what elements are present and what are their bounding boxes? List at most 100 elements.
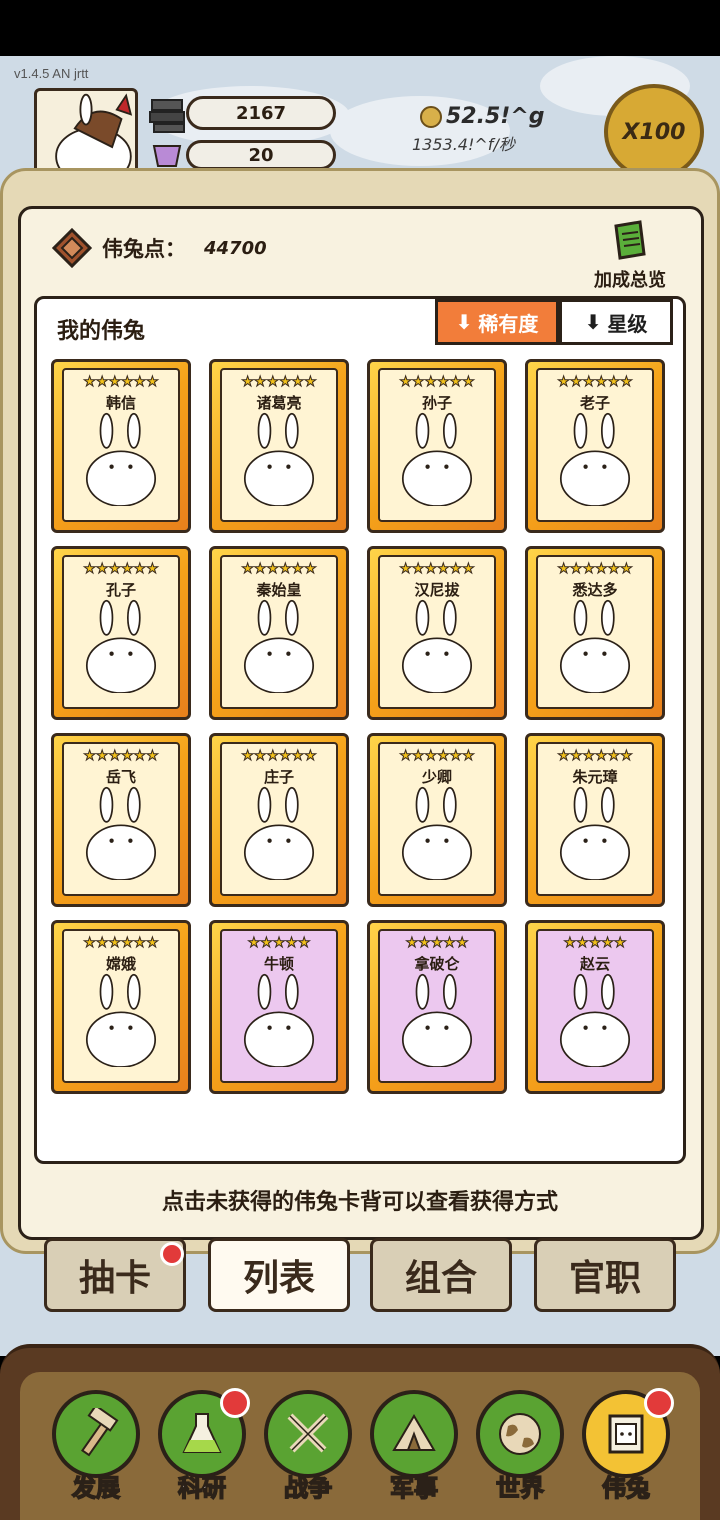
multiplier-label: X100 bbox=[622, 119, 686, 145]
document-icon bbox=[614, 220, 646, 260]
coin-value: 52.5!^g bbox=[446, 104, 545, 129]
card-stars: ★★★★★★ bbox=[557, 374, 633, 391]
iron-ingot-icon bbox=[148, 96, 190, 138]
card-face: ★★★★★★ 悉达多 bbox=[536, 555, 654, 709]
nav-develop[interactable]: 发展 bbox=[50, 1390, 142, 1510]
points-label: 伟兔点： bbox=[102, 237, 186, 261]
card-name: 岳飞 bbox=[105, 768, 136, 786]
card-face: ★★★★★★ 嫦娥 bbox=[62, 929, 180, 1083]
notification-badge bbox=[220, 1388, 250, 1418]
rabbit-card[interactable]: ★★★★★★ 庄子 bbox=[209, 733, 349, 907]
card-stars: ★★★★★ bbox=[247, 935, 311, 952]
card-name: 拿破仑 bbox=[414, 955, 460, 973]
rabbit-card[interactable]: ★★★★★★ 岳飞 bbox=[51, 733, 191, 907]
version-label: v1.4.5 AN jrtt bbox=[14, 66, 89, 81]
card-face: ★★★★★★ 岳飞 bbox=[62, 742, 180, 896]
rabbit-card[interactable]: ★★★★★★ 少卿 bbox=[367, 733, 507, 907]
card-name: 嫦娥 bbox=[105, 955, 136, 973]
rabbit-portrait-icon bbox=[401, 973, 473, 1067]
tab-list[interactable]: 列表 bbox=[208, 1238, 350, 1312]
card-stars: ★★★★★★ bbox=[241, 561, 317, 578]
card-stars: ★★★★★★ bbox=[83, 374, 159, 391]
card-name: 孔子 bbox=[105, 581, 136, 599]
sort-star-button[interactable]: ⬇ 星级 bbox=[559, 299, 673, 345]
tab-label: 抽卡 bbox=[78, 1258, 151, 1299]
rabbit-card[interactable]: ★★★★★ 拿破仑 bbox=[367, 920, 507, 1094]
rabbit-portrait-icon bbox=[559, 973, 631, 1067]
bonus-overview-button[interactable]: 加成总览 bbox=[580, 220, 680, 292]
nav-military[interactable]: 军事 bbox=[368, 1390, 460, 1510]
card-stars: ★★★★★★ bbox=[399, 561, 475, 578]
card-stars: ★★★★★★ bbox=[83, 935, 159, 952]
points-value: 44700 bbox=[204, 237, 267, 259]
rabbit-portrait-icon bbox=[559, 412, 631, 506]
card-stars: ★★★★★★ bbox=[557, 748, 633, 765]
rabbit-card[interactable]: ★★★★★★ 汉尼拔 bbox=[367, 546, 507, 720]
card-stars: ★★★★★★ bbox=[241, 748, 317, 765]
nav-label: 军事 bbox=[389, 1473, 439, 1503]
rabbit-portrait-icon bbox=[559, 786, 631, 880]
card-face: ★★★★★★ 韩信 bbox=[62, 368, 180, 522]
nav-label: 世界 bbox=[495, 1473, 545, 1503]
card-stars: ★★★★★★ bbox=[241, 374, 317, 391]
rabbit-card[interactable]: ★★★★★★ 老子 bbox=[525, 359, 665, 533]
rabbit-portrait-icon bbox=[85, 973, 157, 1067]
rabbit-card[interactable]: ★★★★★★ 秦始皇 bbox=[209, 546, 349, 720]
arrow-down-icon: ⬇ bbox=[455, 310, 473, 334]
tab-office[interactable]: 官职 bbox=[534, 1238, 676, 1312]
card-stars: ★★★★★★ bbox=[557, 561, 633, 578]
sort-rarity-button[interactable]: ⬇ 稀有度 bbox=[435, 299, 559, 345]
rabbit-card-icon bbox=[608, 1414, 644, 1454]
card-name: 少卿 bbox=[421, 768, 452, 786]
gem-counter: 20 bbox=[186, 140, 336, 170]
arrow-down-icon: ⬇ bbox=[584, 310, 602, 334]
card-face: ★★★★★★ 汉尼拔 bbox=[378, 555, 496, 709]
iron-counter: 2167 bbox=[186, 96, 336, 130]
card-name: 庄子 bbox=[263, 768, 294, 786]
card-face: ★★★★★★ 孙子 bbox=[378, 368, 496, 522]
card-name: 诸葛亮 bbox=[256, 394, 302, 412]
rabbit-card[interactable]: ★★★★★★ 韩信 bbox=[51, 359, 191, 533]
gem-value: 20 bbox=[248, 144, 274, 166]
card-face: ★★★★★ 牛顿 bbox=[220, 929, 338, 1083]
points-gem-icon bbox=[52, 228, 92, 268]
rabbit-card[interactable]: ★★★★★★ 嫦娥 bbox=[51, 920, 191, 1094]
tab-label: 组合 bbox=[404, 1258, 477, 1299]
rabbit-card[interactable]: ★★★★★★ 孔子 bbox=[51, 546, 191, 720]
card-face: ★★★★★★ 诸葛亮 bbox=[220, 368, 338, 522]
card-face: ★★★★★★ 庄子 bbox=[220, 742, 338, 896]
rabbit-portrait-icon bbox=[401, 786, 473, 880]
nav-label: 战争 bbox=[283, 1473, 333, 1503]
rabbit-card[interactable]: ★★★★★ 牛顿 bbox=[209, 920, 349, 1094]
card-stars: ★★★★★ bbox=[563, 935, 627, 952]
sort-star-label: 星级 bbox=[607, 311, 648, 336]
rabbit-card[interactable]: ★★★★★★ 朱元璋 bbox=[525, 733, 665, 907]
rabbit-card[interactable]: ★★★★★★ 孙子 bbox=[367, 359, 507, 533]
rabbit-portrait-icon bbox=[401, 599, 473, 693]
flask-icon bbox=[182, 1413, 222, 1453]
nav-war[interactable]: 战争 bbox=[262, 1390, 354, 1510]
notification-badge bbox=[644, 1388, 674, 1418]
card-face: ★★★★★ 赵云 bbox=[536, 929, 654, 1083]
rabbit-portrait-icon bbox=[85, 412, 157, 506]
card-stars: ★★★★★★ bbox=[83, 748, 159, 765]
card-name: 汉尼拔 bbox=[414, 581, 460, 599]
tab-label: 列表 bbox=[242, 1258, 315, 1299]
card-name: 悉达多 bbox=[572, 581, 618, 599]
rabbit-card[interactable]: ★★★★★ 赵云 bbox=[525, 920, 665, 1094]
rabbit-portrait-icon bbox=[243, 786, 315, 880]
rabbit-card[interactable]: ★★★★★★ 诸葛亮 bbox=[209, 359, 349, 533]
nav-label: 科研 bbox=[177, 1473, 227, 1503]
player-avatar[interactable] bbox=[34, 88, 138, 178]
card-stars: ★★★★★ bbox=[405, 935, 469, 952]
globe-icon bbox=[499, 1413, 541, 1455]
tab-combo[interactable]: 组合 bbox=[370, 1238, 512, 1312]
multiplier-button[interactable]: X100 bbox=[604, 84, 704, 180]
card-face: ★★★★★★ 老子 bbox=[536, 368, 654, 522]
card-face: ★★★★★★ 朱元璋 bbox=[536, 742, 654, 896]
rabbit-card[interactable]: ★★★★★★ 悉达多 bbox=[525, 546, 665, 720]
card-face: ★★★★★★ 少卿 bbox=[378, 742, 496, 896]
nav-world[interactable]: 世界 bbox=[474, 1390, 566, 1510]
notification-badge bbox=[160, 1242, 184, 1266]
card-stars: ★★★★★★ bbox=[399, 374, 475, 391]
